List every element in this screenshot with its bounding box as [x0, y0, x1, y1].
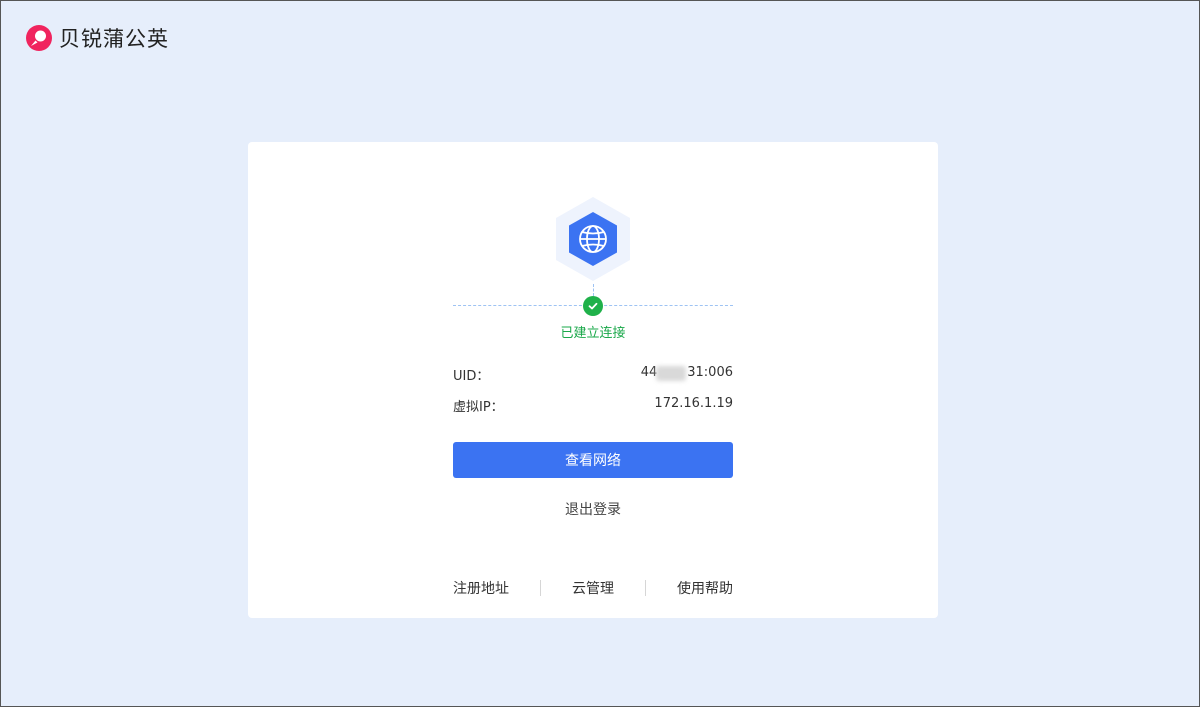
view-network-button[interactable]: 查看网络: [453, 442, 733, 478]
footer-links: 注册地址 云管理 使用帮助: [453, 578, 733, 598]
connection-link-vertical: [593, 284, 594, 296]
footer-link-cloud-manage[interactable]: 云管理: [572, 578, 614, 598]
network-hexagon: [553, 195, 633, 283]
uid-row: UID： 44 31:006: [453, 365, 733, 384]
pgy-logo-icon: [26, 25, 52, 51]
uid-value-suffix: 31:006: [687, 365, 733, 380]
footer-link-help[interactable]: 使用帮助: [677, 578, 733, 598]
footer-divider: [645, 580, 646, 596]
logout-link[interactable]: 退出登录: [248, 499, 938, 519]
uid-label: UID：: [453, 369, 490, 384]
connection-status: 已建立连接: [560, 326, 626, 341]
uid-value-prefix: 44: [640, 365, 658, 380]
footer-link-register[interactable]: 注册地址: [453, 578, 509, 598]
uid-redaction: [655, 366, 686, 381]
uid-value: 44 31:006: [641, 365, 733, 384]
virtual-ip-label: 虚拟IP：: [453, 400, 504, 415]
brand-name: 贝锐蒲公英: [59, 27, 169, 51]
check-icon: [583, 296, 603, 316]
connection-card: 已建立连接 UID： 44 31:006 虚拟IP： 172.16.1.19 查看…: [248, 142, 938, 618]
brand-logo: 贝锐蒲公英: [25, 23, 169, 53]
footer-divider: [540, 580, 541, 596]
virtual-ip-row: 虚拟IP： 172.16.1.19: [453, 396, 733, 415]
virtual-ip-value: 172.16.1.19: [654, 396, 733, 411]
